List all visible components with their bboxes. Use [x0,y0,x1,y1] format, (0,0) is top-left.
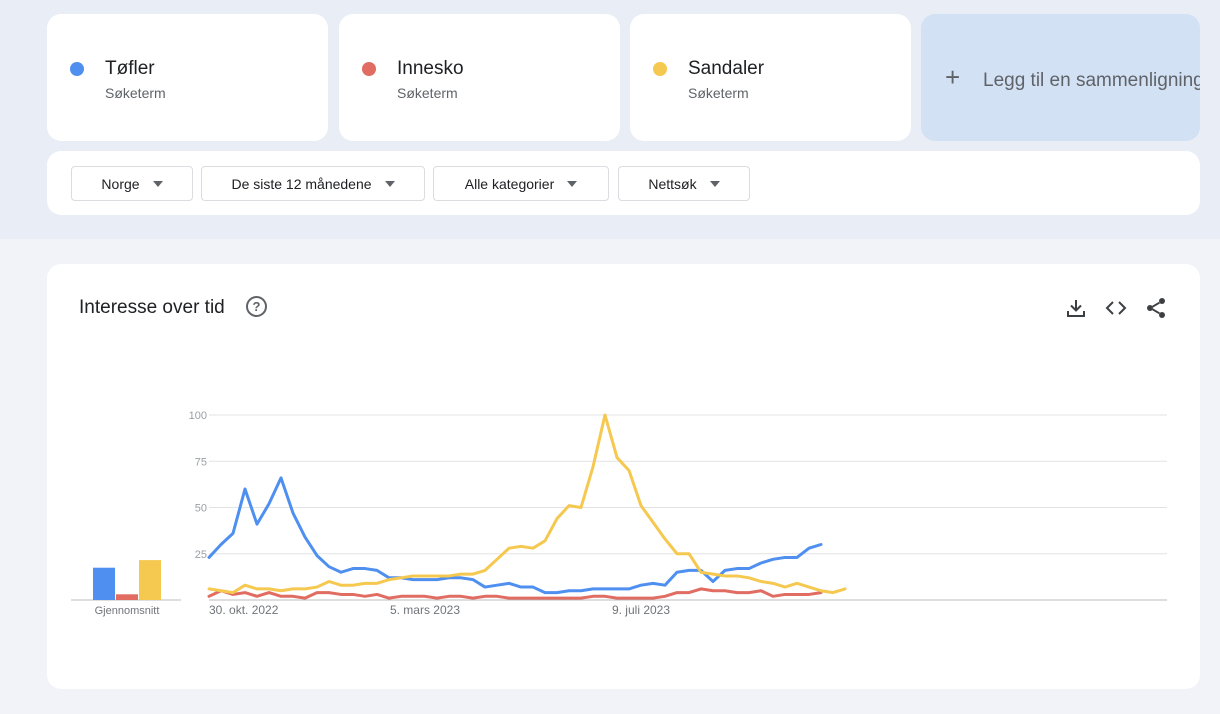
filter-search-type-dropdown[interactable]: Nettsøk [618,166,750,201]
add-comparison-button[interactable]: + Legg til en sammenligning [921,14,1200,141]
add-comparison-label: Legg til en sammenligning [983,70,1200,91]
chart-canvas: 25 50 75 100 30. okt. 2022 5. mars 2023 9. jul… [71,410,1167,617]
average-bar [116,594,138,600]
term-name: Sandaler [688,58,765,79]
filter-category-label: Alle kategorier [464,175,555,192]
term-color-dot [70,62,84,76]
y-tick-label: 25 [195,549,207,561]
filter-bar: Norge De siste 12 månedene Alle kategori… [47,151,1200,215]
average-bar [139,560,161,600]
term-color-dot [362,62,376,76]
filter-time-dropdown[interactable]: De siste 12 månedene [201,166,425,201]
filter-category-dropdown[interactable]: Alle kategorier [433,166,609,201]
term-name: Tøfler [105,58,155,79]
series-line-2 [207,413,847,595]
caret-down-icon [709,180,720,187]
caret-down-icon [152,180,163,187]
caret-down-icon [567,180,578,187]
x-tick-label: 30. okt. 2022 [209,603,279,617]
filter-region-label: Norge [101,175,140,192]
filter-search-type-label: Nettsøk [648,175,697,192]
term-type-label: Søketerm [397,85,458,101]
interest-over-time-card: Interesse over tid ? 25 50 75 100 30. okt. 2… [47,264,1200,689]
x-tick-label: 9. juli 2023 [612,603,670,617]
term-name: Innesko [397,58,464,79]
term-card-sandaler[interactable]: Sandaler Søketerm [630,14,911,141]
average-bar [93,567,115,600]
caret-down-icon [384,180,395,187]
y-tick-label: 100 [189,410,207,422]
y-tick-label: 50 [195,503,207,515]
plus-icon: + [945,62,961,92]
filter-time-label: De siste 12 månedene [231,175,372,192]
average-label: Gjennomsnitt [95,605,160,617]
term-card-tofler[interactable]: Tøfler Søketerm [47,14,328,141]
x-tick-label: 5. mars 2023 [390,603,460,617]
term-color-dot [653,62,667,76]
term-type-label: Søketerm [105,85,166,101]
term-card-innesko[interactable]: Innesko Søketerm [339,14,620,141]
filter-region-dropdown[interactable]: Norge [71,166,193,201]
y-tick-label: 75 [195,456,207,468]
term-type-label: Søketerm [688,85,749,101]
